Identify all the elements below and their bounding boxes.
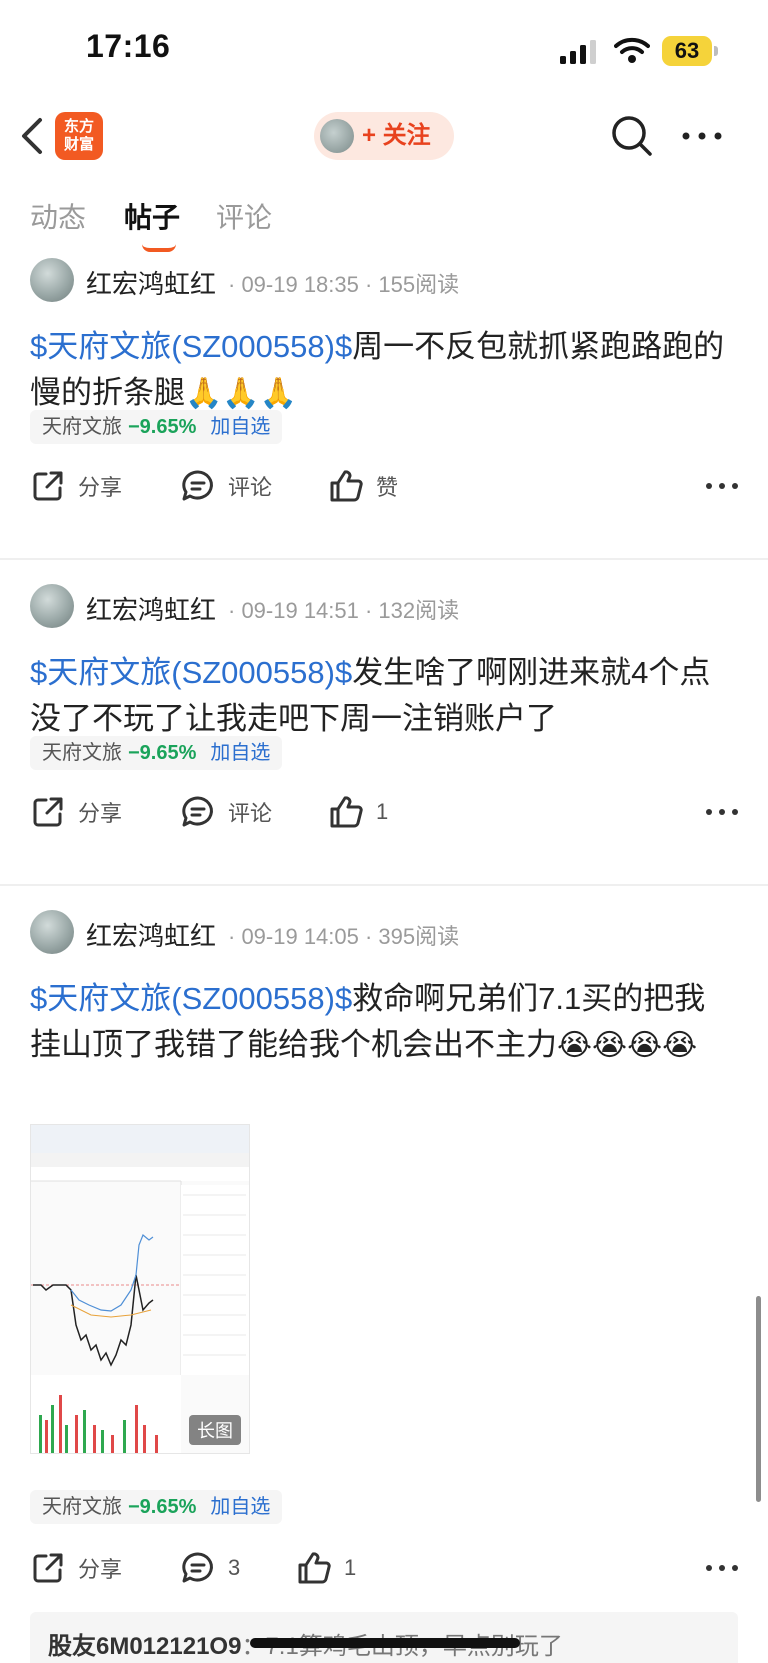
follow-button[interactable]: + 关注 bbox=[314, 112, 454, 160]
status-bar: 17:16 63 bbox=[0, 0, 768, 100]
post-header: 红宏鸿虹红 · 09-19 18:35 · 155阅读 bbox=[30, 258, 750, 304]
more-options-icon[interactable] bbox=[704, 1554, 740, 1582]
stock-chart-screenshot bbox=[31, 1125, 249, 1453]
follow-label: + 关注 bbox=[362, 122, 431, 149]
logo-text: 东方财富 bbox=[63, 118, 94, 153]
like-count: 1 bbox=[376, 799, 389, 824]
more-options-icon[interactable] bbox=[680, 122, 724, 150]
comment-icon bbox=[182, 470, 213, 501]
battery-level: 63 bbox=[674, 38, 700, 63]
chip-stock-name: 天府文旅 bbox=[42, 1496, 122, 1518]
like-button[interactable]: 1 bbox=[296, 1548, 356, 1588]
share-button[interactable]: 分享 bbox=[30, 1548, 122, 1588]
home-indicator[interactable] bbox=[250, 1638, 520, 1648]
status-time: 17:16 bbox=[86, 28, 171, 64]
chip-change: −9.65% bbox=[128, 416, 197, 438]
action-row: 分享 评论 1 bbox=[30, 792, 740, 832]
share-label: 分享 bbox=[78, 801, 123, 826]
comment-button[interactable]: 评论 bbox=[180, 466, 272, 506]
comment-button[interactable]: 评论 bbox=[180, 792, 272, 832]
comment-label: 评论 bbox=[228, 801, 273, 826]
stock-tag-link[interactable]: $天府文旅(SZ000558)$ bbox=[30, 655, 352, 690]
author-name[interactable]: 红宏鸿虹红 bbox=[86, 590, 216, 627]
share-button[interactable]: 分享 bbox=[30, 466, 122, 506]
post-image-thumbnail[interactable]: 长图 bbox=[30, 1124, 250, 1454]
profile-tabs: 动态 帖子 评论 bbox=[30, 196, 430, 252]
like-count: 1 bbox=[344, 1555, 357, 1580]
post-divider bbox=[0, 884, 768, 886]
post-text[interactable]: $天府文旅(SZ000558)$周一不反包就抓紧跑路跑的慢的折条腿🙏🙏🙏 bbox=[30, 324, 730, 417]
thumbs-up-icon bbox=[298, 1552, 331, 1584]
post-text[interactable]: $天府文旅(SZ000558)$发生啥了啊刚进来就4个点没了不玩了让我走吧下周一… bbox=[30, 650, 730, 742]
stock-chip[interactable]: 天府文旅 −9.65% 加自选 bbox=[30, 1490, 283, 1524]
comment-user[interactable]: 股友6M012121O9 bbox=[48, 1633, 241, 1660]
comment-icon bbox=[182, 1552, 213, 1583]
author-name[interactable]: 红宏鸿虹红 bbox=[86, 916, 216, 953]
post-meta: · 09-19 14:05 · 395阅读 bbox=[228, 924, 460, 949]
post-meta: · 09-19 14:51 · 132阅读 bbox=[228, 598, 460, 623]
battery-indicator: 63 bbox=[662, 36, 720, 66]
cellular-signal-icon bbox=[560, 40, 596, 64]
tab-activity[interactable]: 动态 bbox=[30, 196, 86, 236]
avatar bbox=[320, 119, 354, 153]
back-arrow-icon[interactable] bbox=[14, 114, 54, 158]
stock-tag-link[interactable]: $天府文旅(SZ000558)$ bbox=[30, 981, 352, 1016]
chip-stock-name: 天府文旅 bbox=[42, 742, 122, 764]
emoji: 😭😭😭😭 bbox=[557, 1029, 698, 1062]
more-options-icon[interactable] bbox=[704, 798, 740, 826]
post-text[interactable]: $天府文旅(SZ000558)$救命啊兄弟们7.1买的把我挂山顶了我错了能给我个… bbox=[30, 976, 730, 1069]
add-watchlist-button[interactable]: 加自选 bbox=[210, 1496, 270, 1518]
share-icon bbox=[33, 1553, 63, 1583]
post-divider bbox=[0, 558, 768, 560]
share-label: 分享 bbox=[78, 1557, 123, 1582]
add-watchlist-button[interactable]: 加自选 bbox=[210, 742, 270, 764]
tab-comments[interactable]: 评论 bbox=[216, 196, 272, 236]
avatar[interactable] bbox=[30, 584, 74, 628]
search-icon[interactable] bbox=[610, 114, 654, 158]
author-name[interactable]: 红宏鸿虹红 bbox=[86, 264, 216, 301]
share-icon bbox=[33, 797, 63, 827]
share-label: 分享 bbox=[78, 475, 123, 500]
comment-count: 3 bbox=[228, 1555, 241, 1580]
comment-icon bbox=[182, 796, 213, 827]
chip-change: −9.65% bbox=[128, 1496, 197, 1518]
active-tab-indicator bbox=[142, 244, 176, 252]
chip-change: −9.65% bbox=[128, 742, 197, 764]
avatar[interactable] bbox=[30, 258, 74, 302]
thumbs-up-icon bbox=[330, 470, 363, 502]
action-row: 分享 评论 赞 bbox=[30, 466, 740, 506]
comment-button[interactable]: 3 bbox=[180, 1548, 240, 1588]
comment-label: 评论 bbox=[228, 475, 273, 500]
post-header: 红宏鸿虹红 · 09-19 14:05 · 395阅读 bbox=[30, 910, 750, 956]
share-button[interactable]: 分享 bbox=[30, 792, 122, 832]
scrollbar[interactable] bbox=[756, 1296, 761, 1502]
like-button[interactable]: 1 bbox=[328, 792, 388, 832]
like-label: 赞 bbox=[376, 475, 399, 500]
post-header: 红宏鸿虹红 · 09-19 14:51 · 132阅读 bbox=[30, 584, 750, 630]
like-button[interactable]: 赞 bbox=[328, 466, 398, 506]
stock-tag-link[interactable]: $天府文旅(SZ000558)$ bbox=[30, 329, 352, 364]
add-watchlist-button[interactable]: 加自选 bbox=[210, 416, 270, 438]
stock-chip[interactable]: 天府文旅 −9.65% 加自选 bbox=[30, 410, 283, 444]
long-image-label: 长图 bbox=[189, 1415, 241, 1445]
app-logo: 东方财富 bbox=[55, 112, 103, 160]
post-meta: · 09-19 18:35 · 155阅读 bbox=[228, 272, 460, 297]
wifi-icon bbox=[614, 37, 650, 63]
avatar[interactable] bbox=[30, 910, 74, 954]
more-options-icon[interactable] bbox=[704, 472, 740, 500]
tab-posts[interactable]: 帖子 bbox=[124, 196, 180, 236]
share-icon bbox=[33, 471, 63, 501]
action-row: 分享 3 1 bbox=[30, 1548, 740, 1588]
stock-chip[interactable]: 天府文旅 −9.65% 加自选 bbox=[30, 736, 283, 770]
thumbs-up-icon bbox=[330, 796, 363, 828]
chip-stock-name: 天府文旅 bbox=[42, 416, 122, 438]
